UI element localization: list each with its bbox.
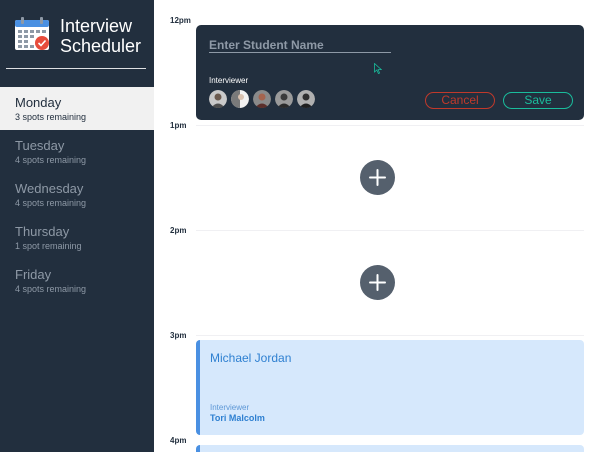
- day-spots: 4 spots remaining: [15, 155, 87, 165]
- day-item-monday[interactable]: Monday 3 spots remaining: [0, 87, 154, 130]
- day-spots: 4 spots remaining: [15, 284, 87, 294]
- appointment-card[interactable]: Michael Jordan Interviewer Tori Malcolm: [196, 340, 584, 435]
- mouse-pointer-icon: [374, 63, 382, 74]
- day-item-friday[interactable]: Friday 4 spots remaining: [0, 259, 154, 302]
- app-title-line-2: Scheduler: [60, 36, 142, 56]
- day-item-tuesday[interactable]: Tuesday 4 spots remaining: [0, 130, 154, 173]
- day-spots: 3 spots remaining: [15, 112, 87, 122]
- time-label-3pm: 3pm: [170, 331, 187, 340]
- sidebar-divider: [6, 68, 146, 69]
- hour-divider: [196, 125, 584, 126]
- interviewer-heading: Interviewer: [209, 76, 249, 85]
- cancel-button[interactable]: Cancel: [425, 92, 495, 109]
- time-label-12pm: 12pm: [170, 16, 191, 25]
- day-spots: 4 spots remaining: [15, 198, 87, 208]
- appointment-interviewer-name: Tori Malcolm: [210, 413, 265, 423]
- hour-divider: [196, 230, 584, 231]
- day-name: Monday: [15, 95, 62, 110]
- day-name: Friday: [15, 267, 52, 282]
- appointment-interviewer-heading: Interviewer: [210, 403, 250, 412]
- interviewer-avatar[interactable]: [297, 90, 315, 108]
- appointment-student-name: Michael Jordan: [210, 351, 292, 365]
- time-label-2pm: 2pm: [170, 226, 187, 235]
- interviewer-avatar[interactable]: [231, 90, 249, 108]
- add-appointment-button[interactable]: [360, 160, 395, 195]
- plus-icon: [369, 274, 386, 291]
- calendar-icon: [15, 17, 49, 50]
- appointment-form: Interviewer: [196, 25, 584, 120]
- interviewer-avatar[interactable]: [275, 90, 293, 108]
- day-list: Monday 3 spots remaining Tuesday 4 spots…: [0, 87, 154, 302]
- hour-divider: [196, 335, 584, 336]
- app-brand: Interview Scheduler: [14, 16, 141, 56]
- day-name: Tuesday: [15, 138, 65, 153]
- day-name: Thursday: [15, 224, 70, 239]
- add-appointment-button[interactable]: [360, 265, 395, 300]
- day-name: Wednesday: [15, 181, 84, 196]
- day-item-wednesday[interactable]: Wednesday 4 spots remaining: [0, 173, 154, 216]
- interviewer-avatar[interactable]: [253, 90, 271, 108]
- plus-icon: [369, 169, 386, 186]
- interviewer-list: [209, 90, 319, 108]
- sidebar: Interview Scheduler Monday 3 spots remai…: [0, 0, 154, 452]
- app-title-line-1: Interview: [60, 16, 133, 36]
- day-spots: 1 spot remaining: [15, 241, 82, 251]
- student-name-input[interactable]: [209, 37, 391, 53]
- time-label-1pm: 1pm: [170, 121, 187, 130]
- time-label-4pm: 4pm: [170, 436, 187, 445]
- appointment-card[interactable]: [196, 445, 584, 452]
- interviewer-avatar[interactable]: [209, 90, 227, 108]
- day-item-thursday[interactable]: Thursday 1 spot remaining: [0, 216, 154, 259]
- app-title: Interview Scheduler: [60, 16, 141, 56]
- save-button[interactable]: Save: [503, 92, 573, 109]
